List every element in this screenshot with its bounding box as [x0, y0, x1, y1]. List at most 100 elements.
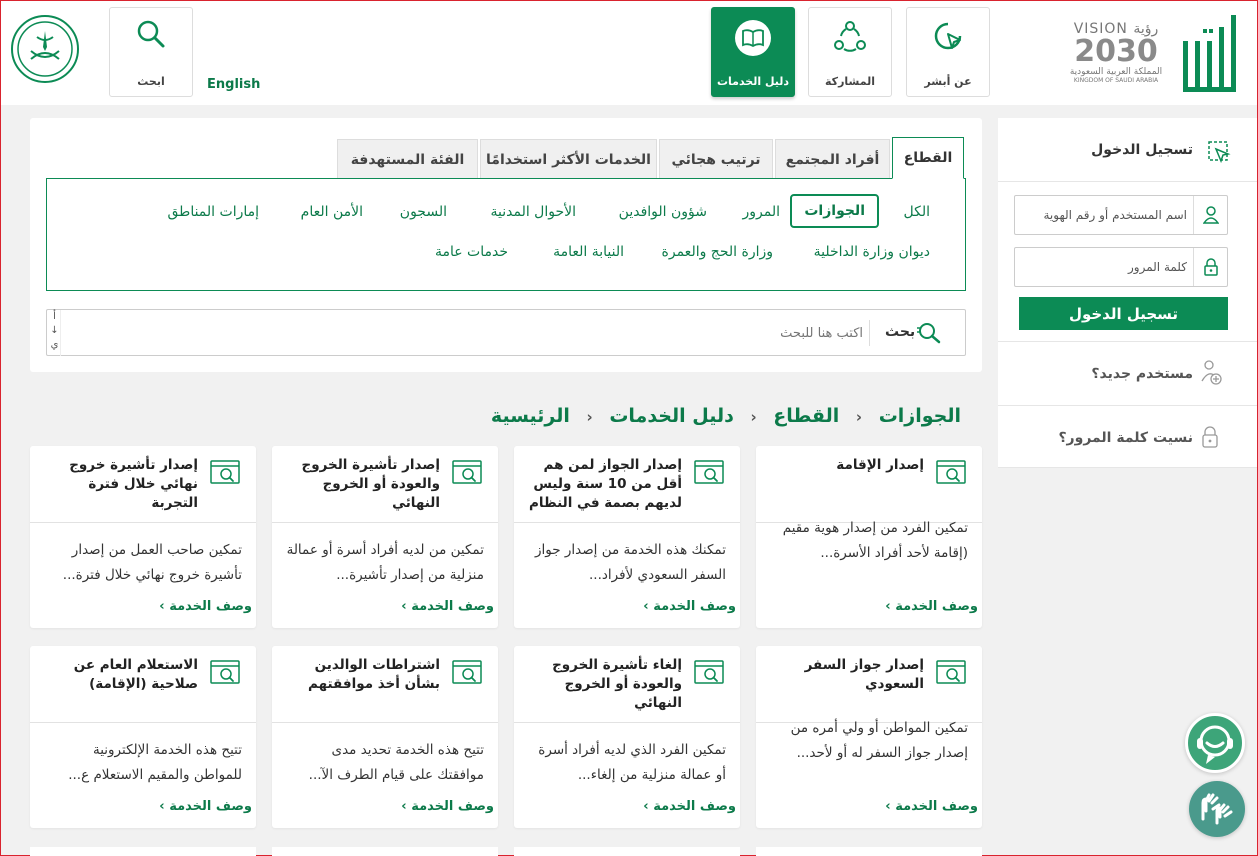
book-icon [735, 20, 771, 56]
search-input[interactable] [67, 316, 867, 350]
service-card[interactable]: إصدار تأشيرة خروج نهائي خلال فترة التجرب… [30, 446, 256, 628]
service-title[interactable]: إصدار الإقامة [764, 456, 924, 475]
service-search-icon [452, 460, 482, 484]
category-prisons[interactable]: السجون [400, 204, 447, 220]
category-public-security[interactable]: الأمن العام [301, 204, 363, 220]
about-nav-label: عن أبشر [924, 75, 972, 88]
search-label[interactable]: بحث [885, 324, 915, 340]
tab-target-group[interactable]: الفئة المستهدفة [337, 139, 478, 179]
service-description-link-label: وصف الخدمة [653, 599, 736, 614]
new-user-link[interactable]: مستخدم جديد؟ [1091, 366, 1193, 382]
service-search-icon [936, 460, 966, 484]
service-card-partial [756, 847, 982, 856]
password-field[interactable]: كلمة المرور [1014, 247, 1228, 287]
breadcrumb-home[interactable]: الرئيسية [491, 405, 570, 427]
sort-arrow: ↓ [50, 325, 59, 336]
service-card[interactable]: إصدار الجواز لمن هم أقل من 10 سنة وليس ل… [514, 446, 740, 628]
login-button[interactable]: تسجيل الدخول [1019, 297, 1228, 330]
category-all[interactable]: الكل [904, 204, 931, 220]
category-expatriate-affairs[interactable]: شؤون الوافدين [619, 204, 707, 220]
breadcrumb-services-guide[interactable]: دليل الخدمات [609, 405, 734, 427]
absher-logo [1181, 11, 1241, 95]
vision-kingdom-ar: المملكة العربية السعودية [1069, 67, 1163, 77]
service-card[interactable]: إصدار الإقامة تمكين الفرد من إصدار هوية م… [756, 446, 982, 628]
service-card[interactable]: إصدار جواز السفر السعودي تمكين المواطن أو… [756, 646, 982, 828]
english-language-link[interactable]: English [207, 77, 260, 92]
search-magnifier-icon[interactable] [915, 320, 945, 346]
service-title[interactable]: إصدار الجواز لمن هم أقل من 10 سنة وليس ل… [522, 456, 682, 513]
username-field[interactable]: اسم المستخدم أو رقم الهوية [1014, 195, 1228, 235]
lock-question-icon [1202, 426, 1218, 448]
sort-top-letter: أ [53, 311, 56, 322]
sign-language-hands-icon [1201, 793, 1233, 825]
service-card[interactable]: الاستعلام العام عن صلاحية (الإقامة) تتيح … [30, 646, 256, 828]
service-search-icon [210, 460, 240, 484]
service-card[interactable]: إصدار تأشيرة الخروج والعودة أو الخروج ال… [272, 446, 498, 628]
service-title[interactable]: إصدار تأشيرة الخروج والعودة أو الخروج ال… [280, 456, 440, 513]
service-description: تمكين من لديه أفراد أسرة أو عمالة منزلية… [286, 542, 484, 583]
category-public-prosecution[interactable]: النيابة العامة [553, 244, 624, 260]
service-card-partial [272, 847, 498, 856]
service-search-icon [210, 660, 240, 684]
category-civil-affairs[interactable]: الأحوال المدنية [491, 204, 577, 220]
forgot-password-link[interactable]: نسيت كلمة المرور؟ [1058, 430, 1193, 446]
breadcrumb-passports[interactable]: الجوازات [879, 405, 961, 427]
service-description-link[interactable]: وصف الخدمة › [159, 799, 252, 814]
category-hajj-umrah-ministry[interactable]: وزارة الحج والعمرة [662, 244, 773, 260]
service-description-link-label: وصف الخدمة [169, 799, 252, 814]
service-title[interactable]: إصدار تأشيرة خروج نهائي خلال فترة التجرب… [38, 456, 198, 513]
service-description-link[interactable]: وصف الخدمة › [401, 599, 494, 614]
service-title[interactable]: اشتراطات الوالدين بشأن أخذ موافقتهم [280, 656, 440, 694]
login-header: تسجيل الدخول [998, 118, 1257, 182]
service-description: تتيح هذه الخدمة الإلكترونية للمواطن والم… [68, 742, 242, 783]
sort-az-control[interactable]: أ ↓ ي [49, 310, 61, 356]
service-description-link[interactable]: وصف الخدمة › [401, 799, 494, 814]
breadcrumb-separator: ‹ [855, 408, 863, 426]
search-divider [869, 320, 870, 346]
service-title[interactable]: الاستعلام العام عن صلاحية (الإقامة) [38, 656, 198, 694]
service-description-link[interactable]: وصف الخدمة › [643, 799, 736, 814]
service-description-link[interactable]: وصف الخدمة › [885, 799, 978, 814]
service-description-link[interactable]: وصف الخدمة › [159, 599, 252, 614]
service-title[interactable]: إلغاء تأشيرة الخروج والعودة أو الخروج ال… [522, 656, 682, 713]
about-nav-button[interactable]: عن أبشر [906, 7, 990, 97]
chevron-right-icon: › [159, 599, 165, 614]
category-general-services[interactable]: خدمات عامة [435, 244, 508, 260]
tab-most-used[interactable]: الخدمات الأكثر استخدامًا [480, 139, 657, 179]
search-icon [137, 20, 165, 48]
username-placeholder: اسم المستخدم أو رقم الهوية [1043, 208, 1187, 222]
breadcrumb: الجوازات ‹ القطاع ‹ دليل الخدمات ‹ الرئي… [491, 405, 961, 427]
service-card[interactable]: إلغاء تأشيرة الخروج والعودة أو الخروج ال… [514, 646, 740, 828]
service-description: تمكين الفرد الذي لديه أفراد أسرة أو عمال… [538, 742, 726, 783]
header: ابحث English دليل الخدمات المشاركة عن أب… [1, 1, 1257, 105]
service-search-icon [452, 660, 482, 684]
search-nav-button[interactable]: ابحث [109, 7, 193, 97]
service-description: تتيح هذه الخدمة تحديد مدى موافقتك على قي… [308, 742, 484, 783]
user-icon [1193, 196, 1227, 234]
tab-alphabetical[interactable]: ترتيب هجائي [659, 139, 773, 179]
service-description-link[interactable]: وصف الخدمة › [643, 599, 736, 614]
service-search-icon [694, 660, 724, 684]
services-guide-nav-label: دليل الخدمات [716, 75, 790, 88]
service-description-link-label: وصف الخدمة [169, 599, 252, 614]
chevron-right-icon: › [643, 799, 649, 814]
sign-language-button[interactable] [1189, 781, 1245, 837]
service-description-link[interactable]: وصف الخدمة › [885, 599, 978, 614]
participation-nav-button[interactable]: المشاركة [808, 7, 892, 97]
tab-sector[interactable]: القطاع [892, 137, 964, 179]
category-regional-emirates[interactable]: إمارات المناطق [168, 204, 260, 220]
breadcrumb-sector[interactable]: القطاع [773, 405, 839, 427]
chat-assistant-button[interactable] [1185, 713, 1245, 773]
service-card-partial [514, 847, 740, 856]
chevron-right-icon: › [885, 799, 891, 814]
service-card[interactable]: اشتراطات الوالدين بشأن أخذ موافقتهم تتيح … [272, 646, 498, 828]
service-description-link-label: وصف الخدمة [895, 599, 978, 614]
add-user-icon [1201, 360, 1222, 385]
network-icon [834, 21, 866, 52]
tab-community-members[interactable]: أفراد المجتمع [775, 139, 890, 179]
services-guide-nav-button[interactable]: دليل الخدمات [711, 7, 795, 97]
service-title[interactable]: إصدار جواز السفر السعودي [764, 656, 924, 694]
category-interior-ministry-court[interactable]: ديوان وزارة الداخلية [814, 244, 930, 260]
category-traffic[interactable]: المرور [743, 204, 781, 220]
category-passports[interactable]: الجوازات [790, 194, 879, 228]
